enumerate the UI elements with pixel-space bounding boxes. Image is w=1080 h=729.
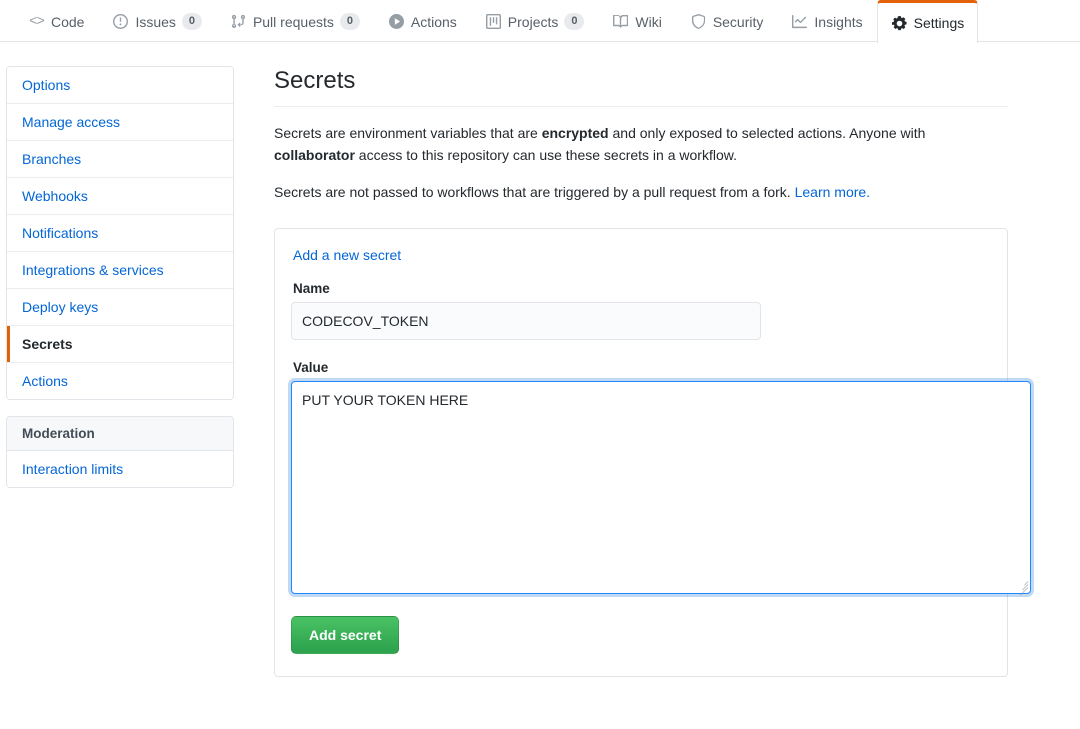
nav-tab-security[interactable]: Security	[676, 0, 778, 42]
nav-tab-label: Settings	[914, 15, 965, 31]
secret-value-textarea[interactable]	[291, 381, 1031, 594]
sidebar-item-actions[interactable]: Actions	[7, 363, 233, 399]
nav-tab-label: Projects	[508, 14, 559, 30]
desc-bold-collaborator: collaborator	[274, 147, 355, 163]
sidebar-group-heading: Moderation	[7, 417, 233, 451]
settings-main-content: Secrets Secrets are environment variable…	[234, 66, 1044, 677]
sidebar-menu-group-1: ModerationInteraction limits	[6, 416, 234, 488]
nav-tab-label: Insights	[814, 14, 862, 30]
add-secret-button[interactable]: Add secret	[291, 616, 399, 654]
nav-tab-wiki[interactable]: Wiki	[598, 0, 675, 42]
name-field-label: Name	[293, 281, 991, 296]
code-icon: <>	[28, 13, 45, 30]
book-icon	[612, 13, 629, 30]
secret-name-input[interactable]	[291, 302, 761, 340]
nav-tab-counter: 0	[182, 13, 202, 31]
project-icon	[485, 13, 502, 30]
nav-tab-projects[interactable]: Projects 0	[471, 0, 599, 42]
sidebar-menu-group-0: OptionsManage accessBranchesWebhooksNoti…	[6, 66, 234, 400]
nav-tab-issues[interactable]: Issues 0	[98, 0, 215, 42]
secrets-description-paragraph-2: Secrets are not passed to workflows that…	[274, 182, 1008, 204]
desc-text-2: and only exposed to selected actions. An…	[609, 125, 926, 141]
sidebar-item-secrets[interactable]: Secrets	[7, 326, 233, 363]
desc-text-3: access to this repository can use these …	[355, 147, 737, 163]
add-a-new-secret-title[interactable]: Add a new secret	[293, 247, 401, 263]
nav-tab-label: Actions	[411, 14, 457, 30]
shield-icon	[690, 13, 707, 30]
nav-tab-label: Wiki	[635, 14, 661, 30]
sidebar-item-options[interactable]: Options	[7, 67, 233, 104]
nav-tab-counter: 0	[340, 13, 360, 31]
nav-tab-insights[interactable]: Insights	[777, 0, 876, 42]
nav-tab-pull-requests[interactable]: Pull requests 0	[216, 0, 374, 42]
sidebar-item-deploy-keys[interactable]: Deploy keys	[7, 289, 233, 326]
page-title: Secrets	[274, 66, 1008, 107]
sidebar-item-webhooks[interactable]: Webhooks	[7, 178, 233, 215]
learn-more-link[interactable]: Learn more.	[795, 184, 870, 200]
settings-page: OptionsManage accessBranchesWebhooksNoti…	[0, 42, 1080, 677]
desc-text-1: Secrets are environment variables that a…	[274, 125, 542, 141]
play-icon	[388, 13, 405, 30]
sidebar-item-branches[interactable]: Branches	[7, 141, 233, 178]
nav-tab-label: Security	[713, 14, 764, 30]
add-secret-panel: Add a new secret Name Value Add secret	[274, 228, 1008, 677]
nav-tab-settings[interactable]: Settings	[877, 0, 979, 43]
sidebar-item-interaction-limits[interactable]: Interaction limits	[7, 451, 233, 487]
nav-tab-code[interactable]: <> Code	[14, 0, 98, 42]
sidebar-item-notifications[interactable]: Notifications	[7, 215, 233, 252]
nav-tab-label: Code	[51, 14, 84, 30]
nav-tab-actions[interactable]: Actions	[374, 0, 471, 42]
secret-value-wrapper	[291, 381, 1031, 594]
value-field-label: Value	[293, 360, 991, 375]
desc-fork-text: Secrets are not passed to workflows that…	[274, 184, 795, 200]
repository-nav-tabs: <> Code Issues 0 Pull requests 0 Actions Projec…	[0, 0, 1080, 42]
repository-nav: <> Code Issues 0 Pull requests 0 Actions Projec…	[0, 0, 1080, 42]
sidebar-item-manage-access[interactable]: Manage access	[7, 104, 233, 141]
sidebar-item-integrations-services[interactable]: Integrations & services	[7, 252, 233, 289]
graph-icon	[791, 13, 808, 30]
secrets-description-paragraph-1: Secrets are environment variables that a…	[274, 123, 1008, 166]
desc-bold-encrypted: encrypted	[542, 125, 609, 141]
issue-opened-icon	[112, 13, 129, 30]
git-pull-request-icon	[230, 13, 247, 30]
nav-tab-label: Issues	[135, 14, 175, 30]
settings-sidebar: OptionsManage accessBranchesWebhooksNoti…	[6, 66, 234, 677]
nav-tab-counter: 0	[564, 13, 584, 31]
nav-tab-label: Pull requests	[253, 14, 334, 30]
gear-icon	[891, 15, 908, 32]
